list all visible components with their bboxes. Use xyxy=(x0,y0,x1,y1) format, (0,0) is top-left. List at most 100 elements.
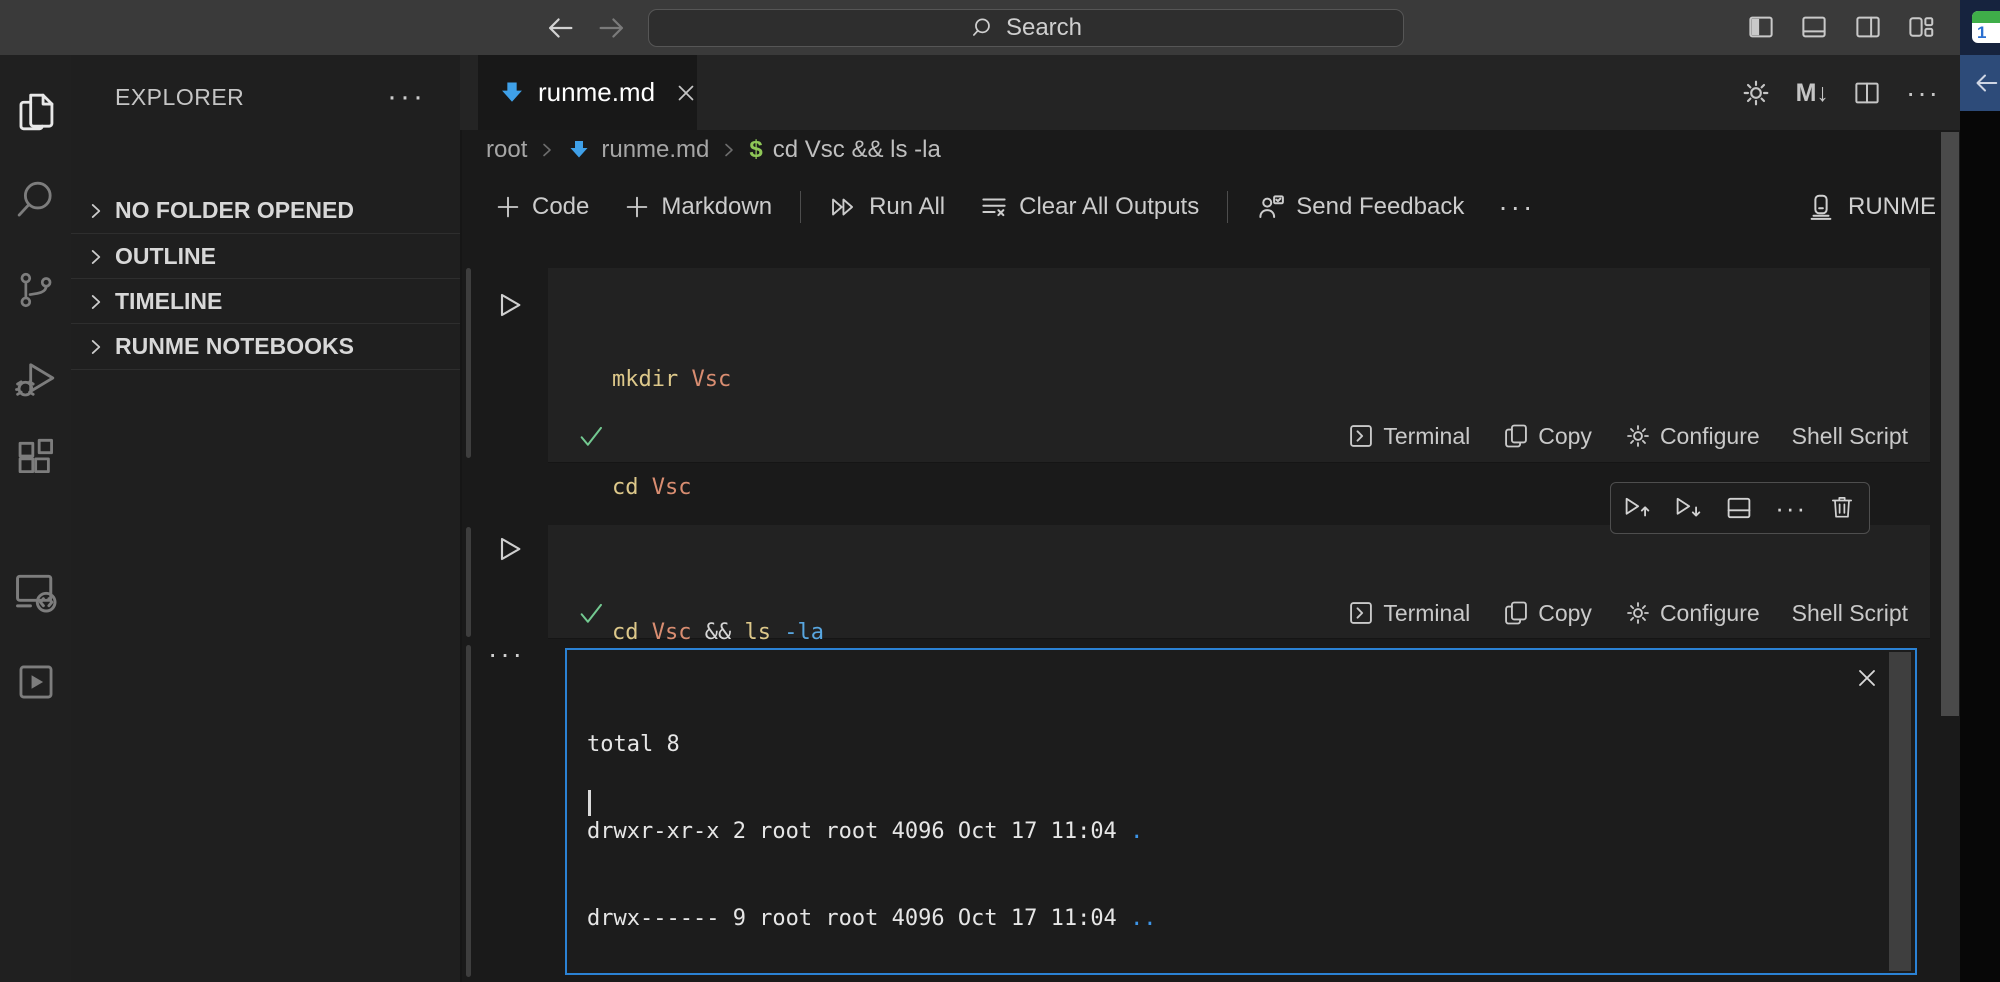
section-label: TIMELINE xyxy=(115,288,222,315)
calendar-icon[interactable]: 1 xyxy=(1972,11,2000,43)
configure-button[interactable]: Configure xyxy=(1616,422,1768,450)
editor-more-icon[interactable]: ··· xyxy=(1906,77,1940,109)
sidebar-item-no-folder-opened[interactable]: NO FOLDER OPENED xyxy=(71,188,460,233)
runme-file-icon xyxy=(567,138,591,162)
background-window-navbar xyxy=(1960,55,2000,111)
copy-label: Copy xyxy=(1538,423,1592,450)
open-terminal-button[interactable]: Terminal xyxy=(1339,599,1478,627)
sidebar-title: EXPLORER xyxy=(115,84,244,111)
history-forward-icon[interactable] xyxy=(595,11,629,45)
execute-below-icon[interactable] xyxy=(1673,493,1703,523)
toggle-panel-icon[interactable] xyxy=(1798,12,1830,42)
toolbar-separator xyxy=(800,191,801,223)
add-code-label: Code xyxy=(532,193,589,221)
add-markdown-cell-button[interactable]: Markdown xyxy=(613,193,782,221)
notebook-more-icon[interactable]: ··· xyxy=(1488,191,1545,223)
source-control-icon[interactable] xyxy=(0,254,71,326)
split-editor-icon[interactable] xyxy=(1852,78,1882,108)
chevron-right-icon xyxy=(85,200,107,222)
language-label: Shell Script xyxy=(1792,423,1908,450)
extensions-icon[interactable] xyxy=(0,422,71,494)
runme-brand: RUNME xyxy=(1806,178,1936,236)
cell-status-actions: Terminal Copy Configure Shell Script xyxy=(1339,599,1916,627)
configure-label: Configure xyxy=(1660,600,1760,627)
send-feedback-label: Send Feedback xyxy=(1296,193,1464,221)
search-label: Search xyxy=(1006,14,1082,42)
run-cell-button[interactable] xyxy=(494,288,526,322)
breadcrumb-root[interactable]: root xyxy=(486,136,527,164)
add-code-cell-button[interactable]: Code xyxy=(484,193,599,221)
terminal-label: Terminal xyxy=(1383,423,1470,450)
cell-more-icon[interactable]: ··· xyxy=(1775,493,1807,524)
tab-close-icon[interactable] xyxy=(673,80,699,106)
output-line: drwx------ 9 root root 4096 Oct 17 11:04… xyxy=(587,904,1276,933)
editor-actions: M↓ ··· xyxy=(1740,73,1940,113)
split-cell-icon[interactable] xyxy=(1724,493,1754,523)
vscode-window: Search xyxy=(0,0,2000,982)
runme-logo-icon xyxy=(1806,192,1836,222)
execute-above-icon[interactable] xyxy=(1622,493,1652,523)
activity-bar xyxy=(0,55,71,982)
explorer-icon[interactable] xyxy=(0,76,71,148)
history-back-icon[interactable] xyxy=(543,11,577,45)
run-all-label: Run All xyxy=(869,193,945,221)
remote-explorer-icon[interactable] xyxy=(0,556,71,628)
code-cell-2: cd Vsc && ls -la Terminal Copy Configure xyxy=(548,525,1930,639)
cell-status-bar: Terminal Copy Configure Shell Script xyxy=(548,588,1930,638)
chevron-right-icon xyxy=(85,291,107,313)
search-view-icon[interactable] xyxy=(0,164,71,236)
terminal-cursor xyxy=(588,790,591,816)
run-cell-button[interactable] xyxy=(494,532,526,566)
breadcrumb-command[interactable]: cd Vsc && ls -la xyxy=(773,136,941,164)
clear-all-outputs-button[interactable]: Clear All Outputs xyxy=(969,192,1209,222)
sidebar-more-icon[interactable]: ··· xyxy=(387,77,426,117)
configure-button[interactable]: Configure xyxy=(1616,599,1768,627)
sidebar-item-timeline[interactable]: TIMELINE xyxy=(71,278,460,324)
back-arrow-icon[interactable] xyxy=(1970,68,2000,98)
section-label: NO FOLDER OPENED xyxy=(115,197,354,224)
configure-label: Configure xyxy=(1660,423,1760,450)
run-debug-icon[interactable] xyxy=(0,342,71,414)
clear-all-outputs-label: Clear All Outputs xyxy=(1019,193,1199,221)
toggle-primary-sidebar-icon[interactable] xyxy=(1745,12,1777,42)
open-markdown-preview-icon[interactable]: M↓ xyxy=(1796,79,1829,108)
cell-focus-bar xyxy=(466,268,471,458)
output-menu-icon[interactable]: ··· xyxy=(488,638,525,670)
send-feedback-button[interactable]: Send Feedback xyxy=(1246,192,1474,222)
breadcrumb: root runme.md $ cd Vsc && ls -la xyxy=(486,132,941,168)
breadcrumb-file[interactable]: runme.md xyxy=(601,136,709,164)
output-line: total 8 xyxy=(587,730,1276,759)
close-output-icon[interactable] xyxy=(1853,664,1881,692)
chevron-right-icon xyxy=(719,140,739,160)
run-all-button[interactable]: Run All xyxy=(819,193,955,221)
cell-language-label[interactable]: Shell Script xyxy=(1784,600,1916,627)
editor-scrollbar-thumb[interactable] xyxy=(1941,132,1959,716)
copy-button[interactable]: Copy xyxy=(1494,599,1600,627)
output-scrollbar[interactable] xyxy=(1889,652,1911,971)
runme-brand-label: RUNME xyxy=(1848,193,1936,221)
tab-label: runme.md xyxy=(538,77,655,108)
add-markdown-label: Markdown xyxy=(661,193,772,221)
cell-output: total 8 drwxr-xr-x 2 root root 4096 Oct … xyxy=(565,648,1917,975)
sidebar-header: EXPLORER ··· xyxy=(71,77,460,117)
toggle-secondary-sidebar-icon[interactable] xyxy=(1852,12,1884,42)
open-terminal-button[interactable]: Terminal xyxy=(1339,422,1478,450)
sidebar-item-runme-notebooks[interactable]: RUNME NOTEBOOKS xyxy=(71,323,460,370)
code-cell-1: mkdir Vsc cd Vsc touch example.txt Termi… xyxy=(548,268,1930,463)
customize-layout-icon[interactable] xyxy=(1905,12,1937,42)
gear-icon[interactable] xyxy=(1740,77,1772,109)
language-label: Shell Script xyxy=(1792,600,1908,627)
runme-view-icon[interactable] xyxy=(0,646,71,718)
tab-runme-md[interactable]: runme.md xyxy=(478,55,697,130)
cell-language-label[interactable]: Shell Script xyxy=(1784,423,1916,450)
delete-cell-icon[interactable] xyxy=(1828,493,1858,523)
copy-button[interactable]: Copy xyxy=(1494,422,1600,450)
title-bar: Search xyxy=(0,0,1960,55)
copy-label: Copy xyxy=(1538,600,1592,627)
command-center-search[interactable]: Search xyxy=(648,9,1404,47)
explorer-sidebar: EXPLORER ··· NO FOLDER OPENED OUTLINE TI… xyxy=(71,55,462,982)
cell-status-bar: Terminal Copy Configure Shell Script xyxy=(548,410,1930,462)
sidebar-item-outline[interactable]: OUTLINE xyxy=(71,233,460,279)
chevron-right-icon xyxy=(85,246,107,268)
chevron-right-icon xyxy=(85,336,107,358)
